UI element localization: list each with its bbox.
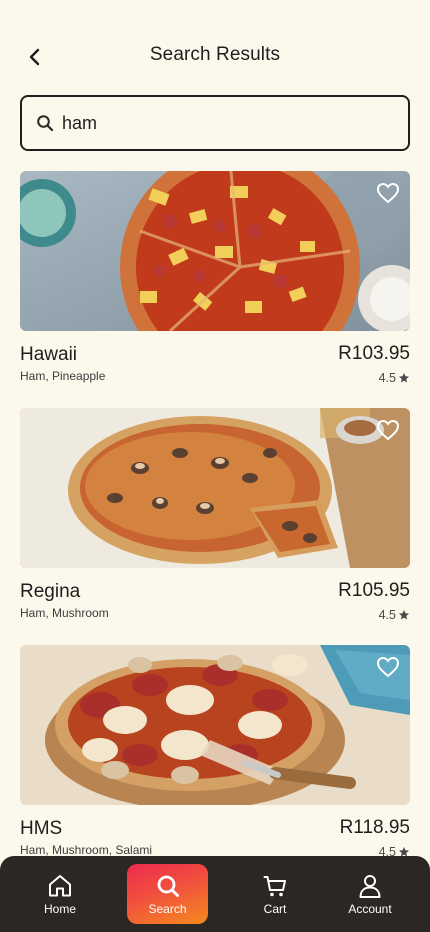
nav-search-label: Search	[148, 902, 187, 916]
pizza-price: R105.95	[338, 580, 410, 601]
nav-account[interactable]: Account	[330, 856, 410, 932]
pizza-image	[20, 171, 410, 331]
pizza-price: R103.95	[338, 343, 410, 364]
favorite-button[interactable]	[374, 179, 402, 207]
heart-outline-icon	[376, 182, 400, 204]
user-icon	[356, 872, 384, 900]
nav-account-label: Account	[348, 902, 392, 916]
page-title: Search Results	[149, 44, 281, 65]
pizza-ingredients: Ham, Mushroom, Salami	[20, 843, 153, 857]
search-bar[interactable]	[20, 95, 410, 151]
favorite-button[interactable]	[374, 653, 402, 681]
list-item[interactable]: Regina Ham, Mushroom R105.95 4.5	[20, 408, 410, 628]
nav-cart[interactable]: Cart	[235, 856, 315, 932]
pizza-ingredients: Ham, Mushroom	[20, 606, 109, 620]
list-item[interactable]: Hawaii Ham, Pineapple R103.95 4.5	[20, 171, 410, 391]
search-icon	[154, 872, 182, 900]
header: Search Results	[0, 0, 430, 96]
search-results-screen: Search Results ham Hawaii Ham, Pineapple…	[0, 0, 430, 932]
rating-value: 4.5	[378, 371, 396, 385]
bottom-nav: Home Search Cart Account	[0, 856, 430, 932]
pizza-image	[20, 408, 410, 568]
nav-cart-label: Cart	[263, 902, 287, 916]
pizza-ingredients: Ham, Pineapple	[20, 369, 106, 383]
search-icon	[36, 114, 54, 132]
star-icon	[399, 373, 409, 383]
pizza-price: R118.95	[339, 817, 410, 838]
pizza-name: Regina	[20, 581, 81, 602]
pizza-rating: 4.5	[379, 608, 410, 622]
pizza-name: HMS	[20, 818, 63, 839]
nav-home-label: Home	[43, 902, 76, 916]
heart-outline-icon	[376, 419, 400, 441]
pizza-name: Hawaii	[20, 344, 78, 365]
pizza-image	[20, 645, 410, 805]
list-item[interactable]: HMS Ham, Mushroom, Salami R118.95 4.5	[20, 645, 410, 865]
search-input[interactable]	[62, 103, 382, 143]
home-icon	[46, 872, 74, 900]
heart-outline-icon	[376, 656, 400, 678]
pizza-rating: 4.5	[379, 371, 410, 385]
star-icon	[399, 610, 409, 620]
nav-home[interactable]: Home	[20, 856, 100, 932]
rating-value: 4.5	[378, 608, 396, 622]
favorite-button[interactable]	[374, 416, 402, 444]
nav-search[interactable]: Search	[127, 864, 208, 924]
cart-icon	[261, 872, 289, 900]
